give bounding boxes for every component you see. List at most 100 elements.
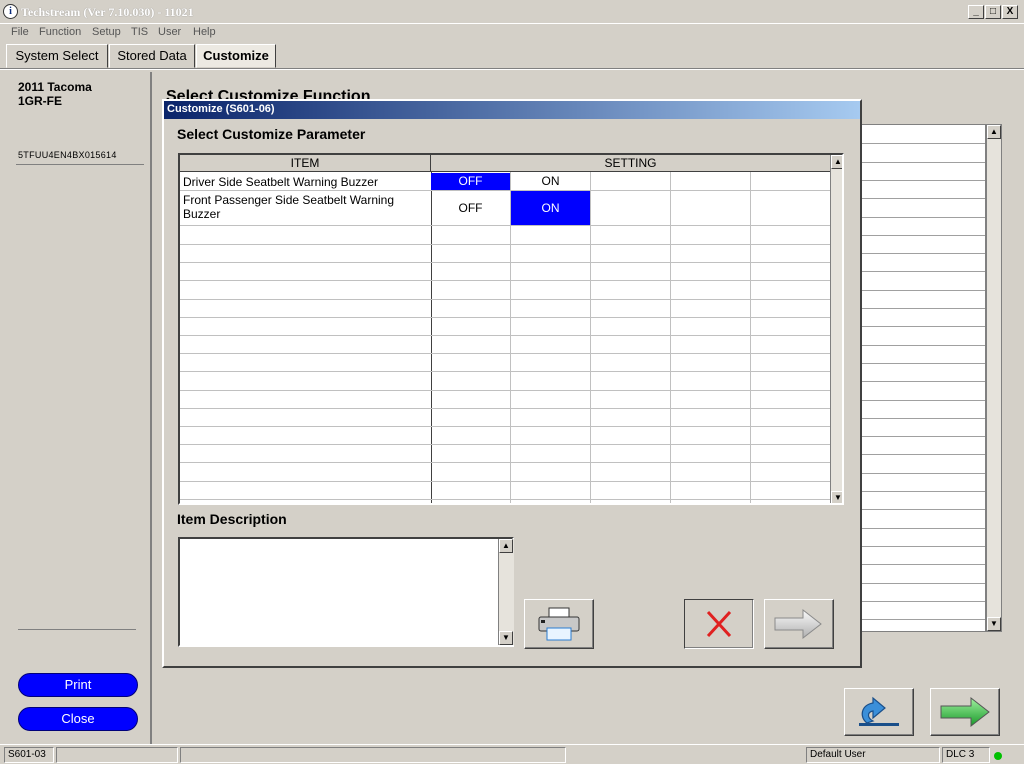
function-list-row-line — [859, 600, 985, 602]
row-2-item-line-2: Buzzer — [183, 207, 221, 221]
next-button[interactable] — [764, 599, 834, 649]
function-list-row-line — [859, 362, 985, 364]
vehicle-engine: 1GR-FE — [18, 94, 63, 108]
cancel-button[interactable] — [684, 599, 754, 649]
print-button[interactable]: Print — [18, 673, 138, 697]
grid-row-line — [180, 426, 830, 427]
forward-button[interactable] — [930, 688, 1000, 736]
grid-row-line — [180, 225, 830, 226]
vehicle-info-panel: 2011 Tacoma 1GR-FE 5TFUU4EN4BX015614 Pri… — [6, 72, 152, 744]
function-list-row-line — [859, 289, 985, 291]
menu-user[interactable]: User — [158, 26, 181, 38]
grid-row-line — [180, 353, 830, 355]
function-list-row-line — [859, 308, 985, 309]
grid-column-line — [670, 172, 671, 503]
function-list-row-line — [859, 582, 985, 584]
status-bar: S601-03 Default User DLC 3 — [0, 744, 1024, 764]
column-header-item: ITEM — [180, 155, 431, 172]
grid-row-line — [180, 280, 830, 282]
grid-row-line — [180, 389, 830, 391]
title-bar: i Techstream (Ver 7.10.030) - 11021 _ □ … — [0, 0, 1024, 24]
vin-divider — [16, 164, 144, 165]
row-1-setting-on[interactable]: ON — [511, 173, 590, 190]
print-dialog-button[interactable] — [524, 599, 594, 649]
row-1-item: Driver Side Seatbelt Warning Buzzer — [183, 175, 378, 189]
panel-divider — [18, 629, 136, 630]
row-2-item-line-1: Front Passenger Side Seatbelt Warning — [183, 193, 395, 207]
scroll-down-button[interactable]: ▼ — [499, 631, 513, 645]
column-header-setting: SETTING — [431, 155, 830, 172]
techstream-app-icon: i — [3, 4, 18, 19]
tab-system-select[interactable]: System Select — [6, 44, 108, 68]
function-list-row-line — [859, 545, 985, 547]
row-2-setting-off[interactable]: OFF — [431, 191, 510, 225]
dialog-title-bar: Customize (S601-06) — [164, 101, 860, 119]
function-list-row-line — [859, 454, 985, 456]
function-list-row-line — [859, 491, 985, 492]
function-list-row-line — [859, 271, 985, 273]
grid-row-line — [180, 462, 830, 464]
menu-function[interactable]: Function — [39, 26, 81, 38]
menu-bar: File Function Setup TIS User Help — [0, 24, 1024, 42]
grid-row-line — [180, 298, 830, 300]
scroll-down-button[interactable]: ▼ — [987, 617, 1001, 631]
function-list-row-line — [859, 436, 985, 438]
grid-row-line — [180, 498, 830, 500]
status-field-empty — [56, 747, 178, 763]
close-window-button[interactable]: X — [1002, 5, 1018, 19]
menu-file[interactable]: File — [11, 26, 29, 38]
parameter-table: ITEM SETTING (function(){ var g = docume… — [178, 153, 844, 505]
tab-stored-data[interactable]: Stored Data — [109, 44, 195, 68]
maximize-button[interactable]: □ — [985, 5, 1001, 19]
grid-row-line — [180, 407, 830, 409]
function-list-row-line — [859, 344, 985, 346]
dialog-heading: Select Customize Parameter — [177, 126, 366, 142]
parameter-table-scrollbar[interactable]: ▲ ▼ — [830, 155, 842, 503]
printer-icon — [538, 607, 580, 641]
grid-row-line — [180, 244, 830, 245]
customize-dialog: Customize (S601-06) Select Customize Par… — [162, 99, 862, 668]
row-1-setting-off[interactable]: OFF — [431, 173, 510, 190]
undo-arrow-icon — [859, 696, 899, 726]
status-field-message — [180, 747, 566, 763]
scroll-up-button[interactable]: ▲ — [987, 125, 1001, 139]
window-title: Techstream (Ver 7.10.030) - 11021 — [21, 5, 194, 19]
grid-row-line — [180, 262, 830, 264]
grid-row-line — [180, 316, 830, 318]
item-description-box: ▲ ▼ — [178, 537, 514, 647]
item-description-label: Item Description — [177, 511, 287, 527]
function-list-row-line — [859, 143, 985, 145]
function-list-row-line — [859, 399, 985, 401]
function-list-row-line — [859, 564, 985, 566]
menu-help[interactable]: Help — [193, 26, 216, 38]
tab-customize[interactable]: Customize — [196, 44, 276, 68]
function-list-row-line — [859, 619, 985, 621]
grid-column-line — [590, 172, 591, 503]
scroll-up-button[interactable]: ▲ — [831, 155, 842, 169]
function-list-scrollbar[interactable]: ▲ ▼ — [986, 124, 1002, 632]
connector-type: DLC 3 — [942, 747, 990, 763]
tab-divider — [0, 68, 1024, 70]
menu-tis[interactable]: TIS — [131, 26, 148, 38]
function-list-row-line — [859, 417, 985, 419]
description-scrollbar[interactable]: ▲ ▼ — [498, 539, 514, 645]
grid-column-line — [750, 172, 751, 503]
function-list[interactable]: (function(){ var s = document.currentScr… — [858, 124, 986, 632]
close-button[interactable]: Close — [18, 707, 138, 731]
function-list-row-line — [859, 381, 985, 383]
right-arrow-icon — [774, 608, 822, 640]
scroll-down-button[interactable]: ▼ — [831, 491, 842, 503]
function-list-row-line — [859, 326, 985, 328]
function-list-row-line — [859, 198, 985, 200]
dialog-title: Customize (S601-06) — [167, 103, 275, 115]
red-x-icon — [706, 610, 732, 638]
screen-id: S601-03 — [4, 747, 54, 763]
function-list-row-line — [859, 472, 985, 474]
row-2-setting-on[interactable]: ON — [511, 191, 590, 225]
back-button[interactable] — [844, 688, 914, 736]
menu-setup[interactable]: Setup — [92, 26, 121, 38]
scroll-up-button[interactable]: ▲ — [499, 539, 513, 553]
minimize-button[interactable]: _ — [968, 5, 984, 19]
function-list-row-line — [859, 216, 985, 218]
current-user: Default User — [806, 747, 940, 763]
